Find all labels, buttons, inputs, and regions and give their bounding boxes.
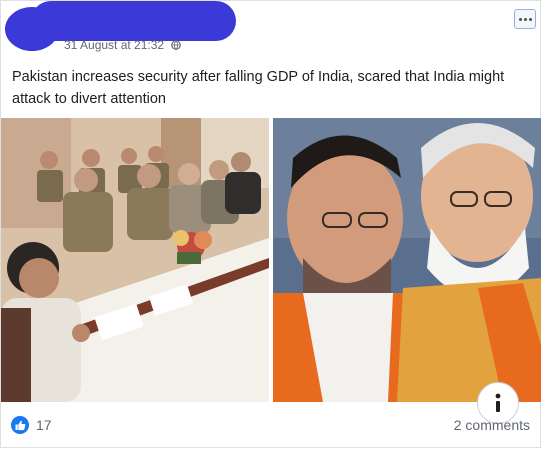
post-text: Pakistan increases security after fallin…: [12, 69, 505, 107]
like-count[interactable]: 17: [36, 417, 52, 433]
more-options-dot: [528, 17, 532, 21]
timestamp-text[interactable]: 31 August at 21:32: [64, 38, 164, 52]
right-photo[interactable]: [273, 118, 541, 402]
post-timestamp[interactable]: 31 August at 21:32: [64, 38, 182, 52]
thumbs-up-glyph: [15, 420, 25, 430]
thumbs-up-icon[interactable]: [11, 416, 29, 434]
post-footer: 17 2 comments: [1, 405, 541, 449]
two-men-photo: [273, 118, 541, 402]
more-options-dot: [523, 17, 527, 21]
left-photo[interactable]: [1, 118, 269, 402]
post-card: 31 August at 21:32 Pakistan increases se…: [0, 0, 541, 448]
meeting-room-photo: [1, 118, 269, 402]
globe-icon: [171, 40, 182, 50]
comments-link[interactable]: 2 comments: [454, 417, 530, 433]
post-header: 31 August at 21:32: [1, 1, 541, 59]
photo-grid: [1, 118, 541, 402]
more-options-button[interactable]: [514, 9, 536, 29]
more-options-icon: [518, 17, 522, 21]
redacted-author-name[interactable]: [31, 1, 236, 41]
